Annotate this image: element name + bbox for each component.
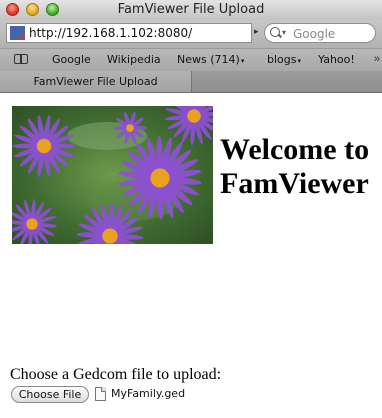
window-title: FamViewer File Upload xyxy=(117,2,265,17)
tab-famviewer-upload[interactable]: FamViewer File Upload xyxy=(0,71,192,92)
search-engine-dropdown-icon[interactable]: ▾ xyxy=(282,28,286,37)
page-content: Welcome to FamViewer Choose a Gedcom fil… xyxy=(0,93,382,418)
bookmark-news[interactable]: News (714)▾ xyxy=(177,53,244,68)
search-placeholder: Google xyxy=(293,27,336,41)
site-favicon-icon xyxy=(10,26,25,40)
file-document-icon xyxy=(95,387,106,401)
search-icon xyxy=(270,27,280,37)
address-dropdown-icon[interactable]: ▸ xyxy=(254,26,259,37)
page-heading: Welcome to FamViewer xyxy=(220,133,370,200)
bookmark-wikipedia[interactable]: Wikipedia xyxy=(107,53,161,67)
bookmark-google[interactable]: Google xyxy=(52,53,91,67)
address-bar-url: http://192.168.1.102:8080/ xyxy=(29,26,193,40)
choose-file-button[interactable]: Choose File xyxy=(11,386,89,403)
flowers-illustration xyxy=(12,106,213,244)
address-bar[interactable]: http://192.168.1.102:8080/ xyxy=(6,23,252,43)
window-titlebar: FamViewer File Upload xyxy=(0,0,382,20)
browser-toolbar: http://192.168.1.102:8080/ ▸ ▾ Google xyxy=(0,20,382,48)
chevron-down-icon: ▾ xyxy=(240,57,245,65)
upload-prompt-label: Choose a Gedcom file to upload: xyxy=(10,366,222,383)
tab-bar: FamViewer File Upload xyxy=(0,71,382,93)
selected-file-name: MyFamily.ged xyxy=(111,387,186,400)
bookmarks-book-icon[interactable] xyxy=(14,54,30,65)
bookmark-blogs[interactable]: blogs▾ xyxy=(267,53,301,68)
zoom-window-button[interactable] xyxy=(46,3,59,16)
close-window-button[interactable] xyxy=(6,3,19,16)
search-field[interactable]: ▾ Google xyxy=(264,23,376,43)
bookmarks-bar: Google Wikipedia News (714)▾ blogs▾ Yaho… xyxy=(0,48,382,71)
bookmarks-overflow-icon[interactable]: » xyxy=(374,53,380,65)
minimize-window-button[interactable] xyxy=(26,3,39,16)
chevron-down-icon: ▾ xyxy=(297,57,301,65)
aster-flowers-image xyxy=(12,106,213,244)
tab-label: FamViewer File Upload xyxy=(33,75,158,88)
bookmark-yahoo[interactable]: Yahoo! xyxy=(318,53,355,67)
